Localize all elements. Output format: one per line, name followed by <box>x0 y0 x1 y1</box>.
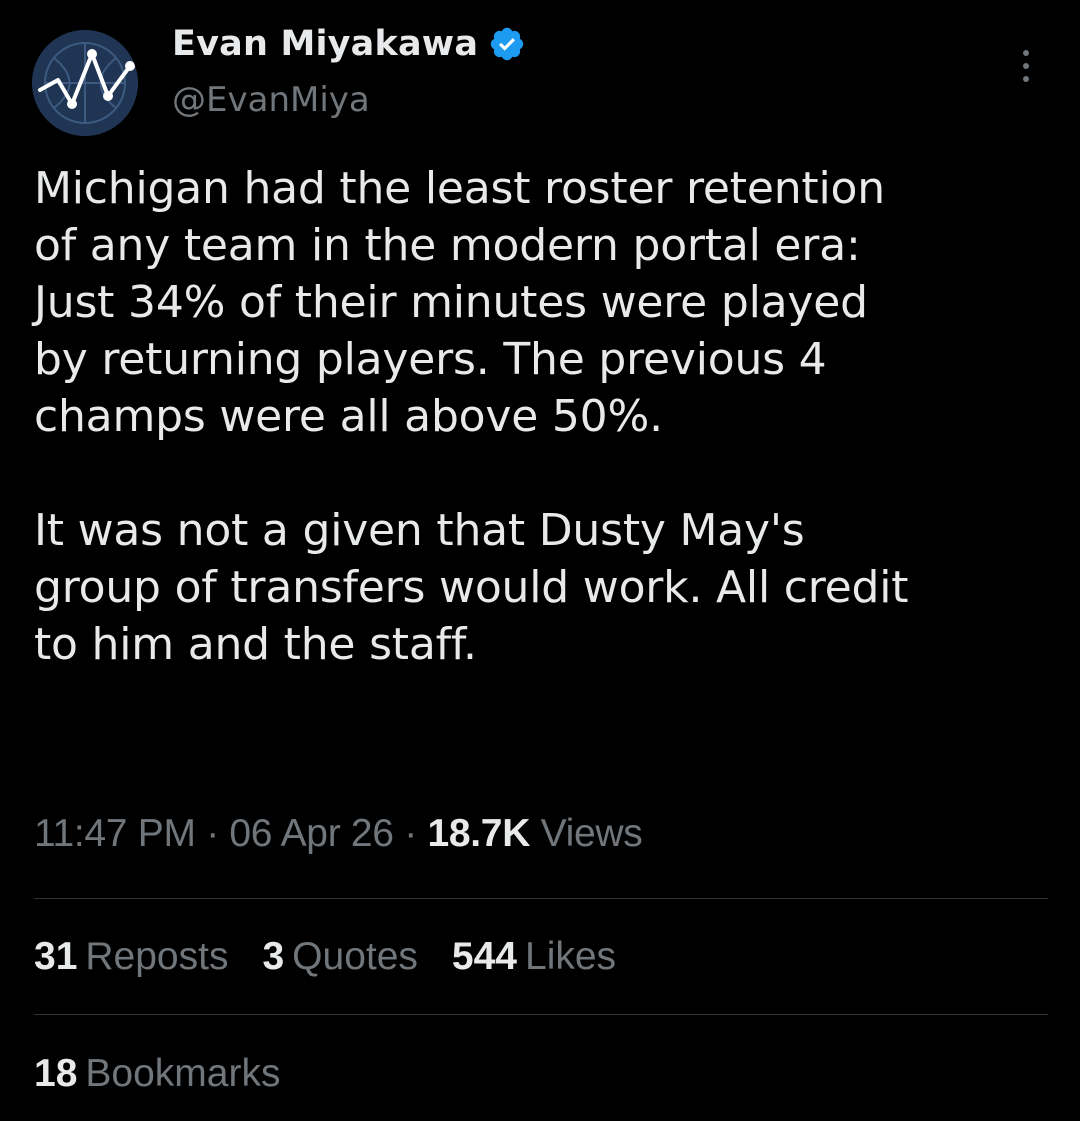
tweet-meta: 11:47 PM · 06 Apr 26 · 18.7K Views <box>34 812 643 856</box>
meta-separator: · <box>404 812 417 855</box>
views-count: 18.7K <box>427 812 531 855</box>
reposts-stat[interactable]: 31 Reposts <box>34 935 228 979</box>
tweet-time[interactable]: 11:47 PM <box>34 812 196 855</box>
engagement-stats: 31 Reposts 3 Quotes 544 Likes <box>34 935 616 979</box>
basketball-chart-icon <box>32 30 138 136</box>
bookmarks-label: Bookmarks <box>85 1052 281 1095</box>
display-name[interactable]: Evan Miyakawa <box>172 24 478 64</box>
avatar[interactable] <box>32 30 138 136</box>
quotes-count: 3 <box>262 935 285 978</box>
likes-stat[interactable]: 544 Likes <box>452 935 616 979</box>
verified-badge-icon[interactable] <box>488 25 526 63</box>
more-options-icon[interactable] <box>1008 44 1044 88</box>
reposts-label: Reposts <box>85 935 229 978</box>
bookmarks-stat[interactable]: 18 Bookmarks <box>34 1052 280 1096</box>
quotes-label: Quotes <box>292 935 418 978</box>
likes-label: Likes <box>525 935 617 978</box>
dot <box>1023 63 1029 69</box>
tweet-paragraph: Michigan had the least roster retention … <box>34 163 885 442</box>
dot <box>1023 50 1029 56</box>
tweet-paragraph: It was not a given that Dusty May's grou… <box>34 505 909 670</box>
meta-separator: · <box>206 812 219 855</box>
likes-count: 544 <box>451 935 517 978</box>
quotes-stat[interactable]: 3 Quotes <box>262 935 417 979</box>
views-label: Views <box>540 812 643 855</box>
dot <box>1023 76 1029 82</box>
user-handle[interactable]: @EvanMiya <box>172 80 370 120</box>
tweet-date[interactable]: 06 Apr 26 <box>229 812 394 855</box>
name-row: Evan Miyakawa <box>172 24 526 64</box>
tweet-text: Michigan had the least roster retention … <box>34 160 1054 673</box>
divider <box>34 1014 1048 1015</box>
reposts-count: 31 <box>34 935 78 978</box>
bookmarks-count: 18 <box>34 1052 78 1095</box>
divider <box>34 898 1048 899</box>
